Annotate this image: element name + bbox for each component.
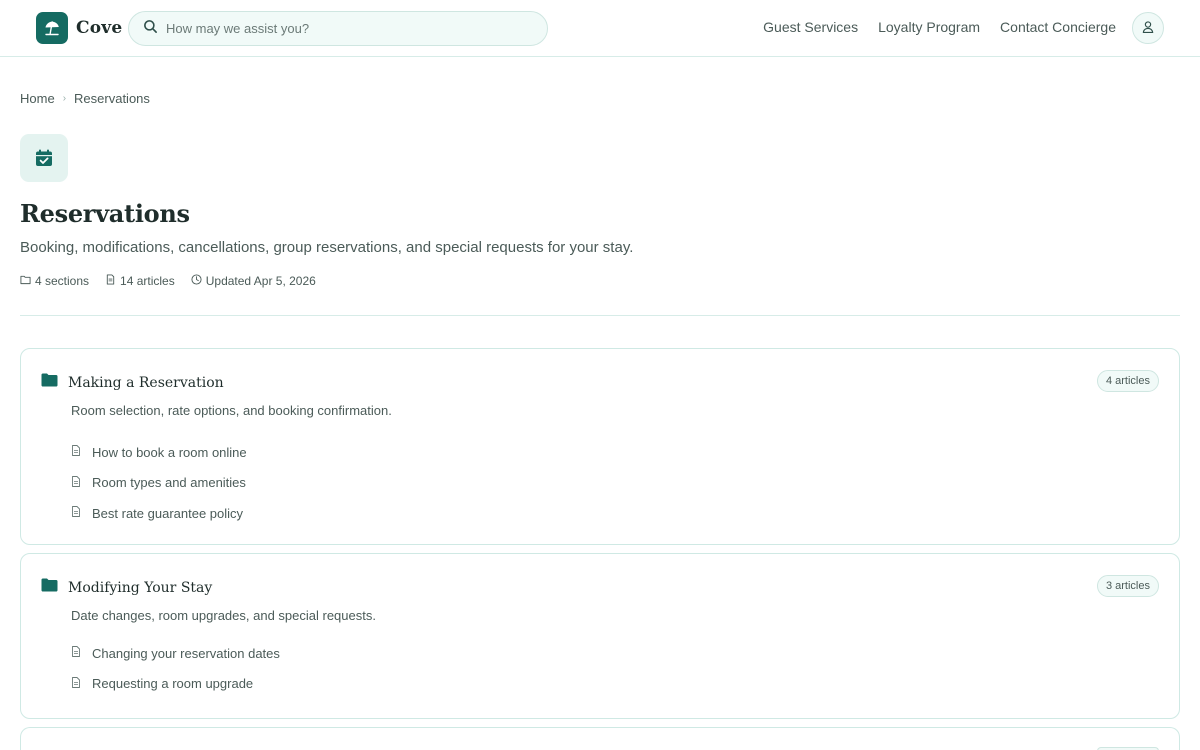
user-icon xyxy=(1141,20,1155,37)
meta-sections: 4 sections xyxy=(20,274,89,288)
nav-link-guest-services[interactable]: Guest Services xyxy=(763,19,858,35)
breadcrumb: Home › Reservations xyxy=(20,91,150,106)
document-icon xyxy=(71,675,81,693)
search-icon xyxy=(143,19,158,39)
document-icon xyxy=(71,474,81,492)
article-link[interactable]: Best rate guarantee policy xyxy=(92,506,243,521)
top-navigation-bar: Cove Guest Services Loyalty Program Cont… xyxy=(0,0,1200,57)
list-item: Requesting a room upgrade xyxy=(71,669,280,700)
section-description: Date changes, room upgrades, and special… xyxy=(71,608,376,623)
folder-icon xyxy=(41,578,58,597)
article-list: Changing your reservation dates Requesti… xyxy=(71,638,280,699)
meta-updated: Updated Apr 5, 2026 xyxy=(191,274,316,288)
list-item: Room types and amenities xyxy=(71,468,247,499)
chevron-right-icon: › xyxy=(62,93,67,104)
section-header: Making a Reservation xyxy=(41,373,224,392)
section-description: Room selection, rate options, and bookin… xyxy=(71,403,392,418)
folder-outline-icon xyxy=(20,274,31,288)
section-header: Modifying Your Stay xyxy=(41,578,212,597)
folder-icon xyxy=(41,373,58,392)
hero-divider xyxy=(20,315,1180,316)
article-count-badge: 4 articles xyxy=(1096,370,1159,392)
section-card xyxy=(20,727,1180,750)
beach-umbrella-icon xyxy=(36,12,68,44)
document-icon xyxy=(71,644,81,662)
meta-sections-text: 4 sections xyxy=(35,274,90,288)
article-count-badge: 3 articles xyxy=(1096,575,1159,597)
document-icon xyxy=(71,504,81,522)
section-card: Modifying Your Stay 3 articles Date chan… xyxy=(20,553,1180,719)
meta-updated-text: Updated Apr 5, 2026 xyxy=(205,274,316,288)
brand-logo-link[interactable]: Cove xyxy=(36,12,122,44)
list-item: How to book a room online xyxy=(71,437,247,468)
search-input[interactable] xyxy=(166,21,526,36)
breadcrumb-current: Reservations xyxy=(74,91,150,106)
article-link[interactable]: Room types and amenities xyxy=(92,475,246,490)
article-link[interactable]: Requesting a room upgrade xyxy=(92,676,253,691)
meta-articles: 14 articles xyxy=(105,274,175,288)
list-item: Changing your reservation dates xyxy=(71,638,280,669)
article-link[interactable]: Changing your reservation dates xyxy=(92,646,280,661)
breadcrumb-home-link[interactable]: Home xyxy=(20,91,55,106)
search-bar xyxy=(128,11,548,46)
page-description: Booking, modifications, cancellations, g… xyxy=(20,239,634,256)
page-meta: 4 sections 14 articles Updated Apr 5, 20… xyxy=(20,274,316,288)
calendar-check-icon xyxy=(20,134,68,182)
section-card: Making a Reservation 4 articles Room sel… xyxy=(20,348,1180,545)
clock-icon xyxy=(191,274,202,288)
nav-link-loyalty-program[interactable]: Loyalty Program xyxy=(878,19,980,35)
main-nav: Guest Services Loyalty Program Contact C… xyxy=(763,19,1116,35)
nav-link-contact-concierge[interactable]: Contact Concierge xyxy=(1000,19,1116,35)
account-button[interactable] xyxy=(1132,12,1164,44)
section-title-link[interactable]: Making a Reservation xyxy=(68,375,224,391)
meta-articles-text: 14 articles xyxy=(120,274,175,288)
article-list: How to book a room online Room types and… xyxy=(71,437,247,529)
brand-name: Cove xyxy=(76,18,123,38)
document-icon xyxy=(105,274,116,288)
document-icon xyxy=(71,443,81,461)
page-title: Reservations xyxy=(20,199,190,228)
article-link[interactable]: How to book a room online xyxy=(92,445,247,460)
list-item: Best rate guarantee policy xyxy=(71,498,247,529)
section-title-link[interactable]: Modifying Your Stay xyxy=(68,580,212,596)
